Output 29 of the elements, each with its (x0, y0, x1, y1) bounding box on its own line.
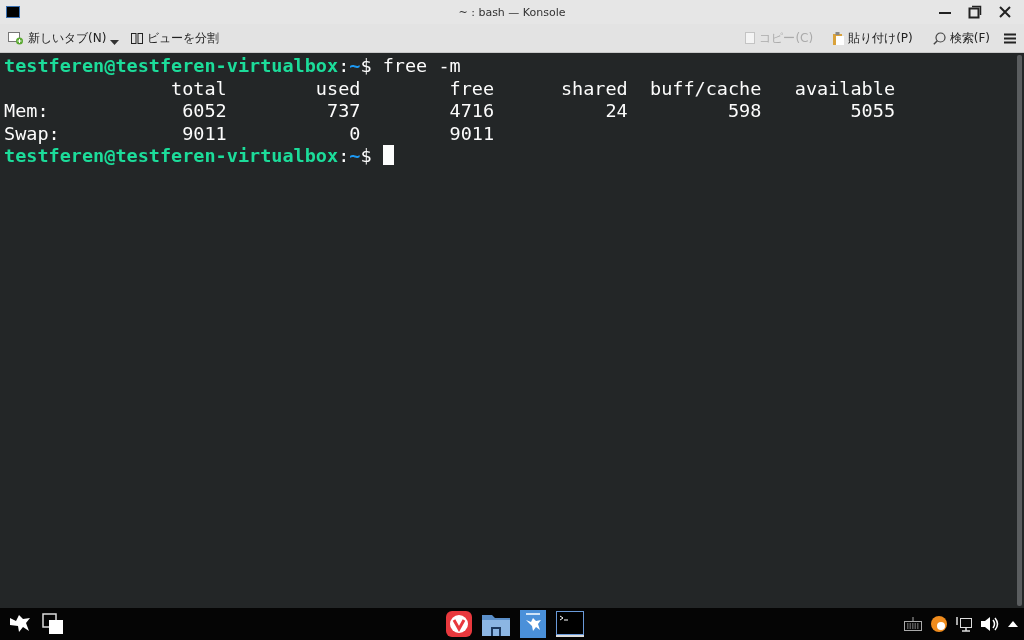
folder-icon[interactable] (482, 612, 510, 636)
terminal-icon (6, 6, 20, 18)
volume-icon[interactable] (981, 617, 999, 631)
terminal-icon[interactable] (556, 611, 584, 637)
caret-up-icon[interactable] (1008, 621, 1018, 627)
prompt-line: testferen@testferen-virtualbox:~$ (4, 145, 394, 168)
caret-icon[interactable] (110, 39, 120, 45)
search-button[interactable]: 検索(F) (930, 27, 992, 49)
new-tab-icon (8, 31, 24, 45)
output-line: Swap: 9011 0 9011 (4, 122, 495, 145)
network-icon[interactable] (956, 616, 972, 632)
update-badge-icon[interactable] (931, 616, 947, 632)
scrollbar[interactable] (1017, 55, 1022, 606)
v-logo-icon[interactable] (446, 611, 472, 637)
windows-icon[interactable] (42, 613, 64, 635)
new-tab-button[interactable]: 新しいタブ(N) (6, 27, 109, 49)
copy-icon (745, 32, 756, 44)
paste-button[interactable]: 貼り付け(P) (831, 27, 915, 49)
keyboard-icon[interactable] (904, 617, 922, 631)
prompt-line: testferen@testferen-virtualbox:~$ free -m (4, 55, 461, 78)
output-line: Mem: 6052 737 4716 24 598 5055 (4, 100, 896, 123)
output-line: total used free shared buff/cache available (170, 77, 896, 100)
maximize-icon[interactable] (968, 5, 982, 19)
close-icon[interactable] (998, 5, 1012, 19)
window-title: ~ : bash — Konsole (458, 5, 566, 19)
search-icon (932, 31, 946, 45)
split-view-icon (131, 32, 144, 44)
split-button[interactable]: ビューを分割 (129, 27, 222, 49)
clipboard-icon (833, 31, 845, 45)
